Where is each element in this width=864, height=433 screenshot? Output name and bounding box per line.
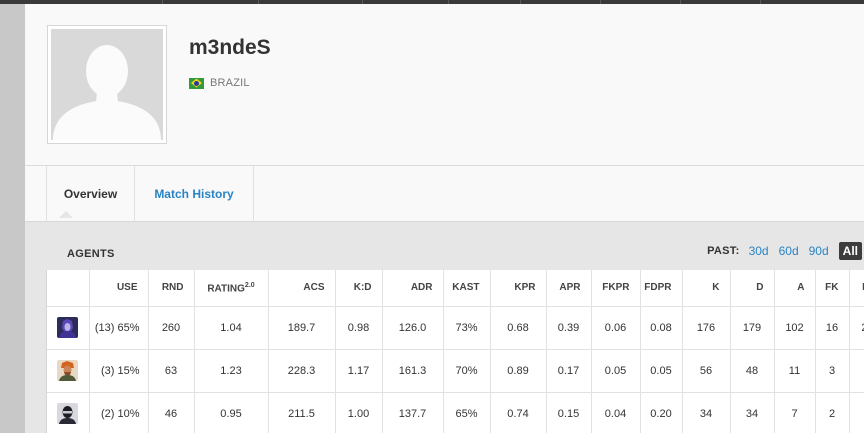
acs-cell: 189.7 xyxy=(268,306,336,350)
default-avatar-icon xyxy=(51,29,163,140)
active-tab-pointer xyxy=(59,211,73,218)
col-rating-version: 2.0 xyxy=(244,281,255,289)
agent-cell xyxy=(47,392,90,433)
kpr-cell: 0.74 xyxy=(490,392,547,433)
col-fkpr: FKPR xyxy=(591,270,641,307)
adr-cell: 126.0 xyxy=(382,306,444,350)
a-cell: 102 xyxy=(774,306,816,350)
col-a: A xyxy=(774,270,816,307)
fk-cell: 2 xyxy=(815,392,850,433)
fkpr-cell: 0.05 xyxy=(591,349,641,393)
rating-cell: 1.04 xyxy=(194,306,269,350)
rnd-cell: 260 xyxy=(148,306,195,350)
fk-cell: 16 xyxy=(815,306,850,350)
apr-cell: 0.15 xyxy=(546,392,592,433)
adr-cell: 137.7 xyxy=(382,392,444,433)
fdpr-cell: 0.05 xyxy=(640,349,683,393)
fdpr-cell: 0.08 xyxy=(640,306,683,350)
country-label: BRAZIL xyxy=(210,77,250,89)
agents-section: AGENTS PAST: 30d 60d 90d All USE RND RAT… xyxy=(25,222,864,433)
kast-cell: 65% xyxy=(443,392,491,433)
kpr-cell: 0.68 xyxy=(490,306,547,350)
player-card: m3ndeS BRAZIL Overview Match History AGE… xyxy=(25,4,864,433)
col-apr: APR xyxy=(546,270,592,307)
rnd-cell: 46 xyxy=(148,392,195,433)
k-cell: 176 xyxy=(682,306,731,350)
fd-cell: 9 xyxy=(849,392,864,433)
table-row: (2) 10% 46 0.95 211.5 1.00 137.7 65% 0.7… xyxy=(47,392,864,433)
agents-table-wrapper: USE RND RATING2.0 ACS K:D ADR KAST KPR A… xyxy=(46,270,864,433)
fd-cell: 3 xyxy=(849,349,864,393)
col-agent xyxy=(47,270,90,307)
player-name: m3ndeS xyxy=(189,36,271,59)
agent-portrait-dark-icon xyxy=(57,403,79,424)
past-filter: PAST: 30d 60d 90d All xyxy=(707,242,864,260)
kd-cell: 0.98 xyxy=(335,306,383,350)
col-k: K xyxy=(682,270,731,307)
rnd-cell: 63 xyxy=(148,349,195,393)
col-kast: KAST xyxy=(443,270,491,307)
agent-cell xyxy=(47,349,90,393)
brazil-flag-icon xyxy=(189,77,204,89)
page-gutter-left xyxy=(0,4,25,433)
past-label: PAST: xyxy=(707,245,740,257)
player-country: BRAZIL xyxy=(189,77,250,89)
fkpr-cell: 0.06 xyxy=(591,306,641,350)
agent-cell xyxy=(47,306,90,350)
fdpr-cell: 0.20 xyxy=(640,392,683,433)
col-adr: ADR xyxy=(382,270,444,307)
rating-cell: 0.95 xyxy=(194,392,269,433)
col-rnd: RND xyxy=(148,270,195,307)
col-acs: ACS xyxy=(268,270,336,307)
col-fk: FK xyxy=(815,270,850,307)
agents-table: USE RND RATING2.0 ACS K:D ADR KAST KPR A… xyxy=(47,270,864,433)
kast-cell: 73% xyxy=(443,306,491,350)
fk-cell: 3 xyxy=(815,349,850,393)
fkpr-cell: 0.04 xyxy=(591,392,641,433)
player-avatar xyxy=(47,25,167,144)
player-header: m3ndeS BRAZIL xyxy=(25,4,864,166)
k-cell: 56 xyxy=(682,349,731,393)
kast-cell: 70% xyxy=(443,349,491,393)
kpr-cell: 0.89 xyxy=(490,349,547,393)
agent-portrait-purple-icon xyxy=(57,317,79,338)
past-60d-link[interactable]: 60d xyxy=(779,244,799,258)
table-header-row: USE RND RATING2.0 ACS K:D ADR KAST KPR A… xyxy=(47,270,864,307)
past-90d-link[interactable]: 90d xyxy=(809,244,829,258)
agents-title: AGENTS xyxy=(67,248,115,260)
profile-tabs: Overview Match History xyxy=(25,166,864,222)
col-fdpr: FDPR xyxy=(640,270,683,307)
adr-cell: 161.3 xyxy=(382,349,444,393)
col-kpr: KPR xyxy=(490,270,547,307)
col-fd: FD xyxy=(849,270,864,307)
d-cell: 34 xyxy=(730,392,775,433)
col-use: USE xyxy=(89,270,149,307)
acs-cell: 228.3 xyxy=(268,349,336,393)
tab-match-history[interactable]: Match History xyxy=(135,166,254,222)
d-cell: 179 xyxy=(730,306,775,350)
a-cell: 11 xyxy=(774,349,816,393)
kd-cell: 1.00 xyxy=(335,392,383,433)
table-row: (3) 15% 63 1.23 228.3 1.17 161.3 70% 0.8… xyxy=(47,349,864,393)
agent-portrait-orange-icon xyxy=(57,360,79,381)
col-rating-label: RATING xyxy=(207,282,245,294)
fd-cell: 20 xyxy=(849,306,864,350)
past-30d-link[interactable]: 30d xyxy=(749,244,769,258)
col-rating: RATING2.0 xyxy=(194,270,269,307)
use-cell: (3) 15% xyxy=(89,349,149,393)
acs-cell: 211.5 xyxy=(268,392,336,433)
apr-cell: 0.39 xyxy=(546,306,592,350)
past-all-button[interactable]: All xyxy=(838,242,862,260)
k-cell: 34 xyxy=(682,392,731,433)
d-cell: 48 xyxy=(730,349,775,393)
col-kd: K:D xyxy=(335,270,383,307)
apr-cell: 0.17 xyxy=(546,349,592,393)
use-cell: (13) 65% xyxy=(89,306,149,350)
kd-cell: 1.17 xyxy=(335,349,383,393)
use-cell: (2) 10% xyxy=(89,392,149,433)
rating-cell: 1.23 xyxy=(194,349,269,393)
table-row: (13) 65% 260 1.04 189.7 0.98 126.0 73% 0… xyxy=(47,306,864,350)
col-d: D xyxy=(730,270,775,307)
a-cell: 7 xyxy=(774,392,816,433)
